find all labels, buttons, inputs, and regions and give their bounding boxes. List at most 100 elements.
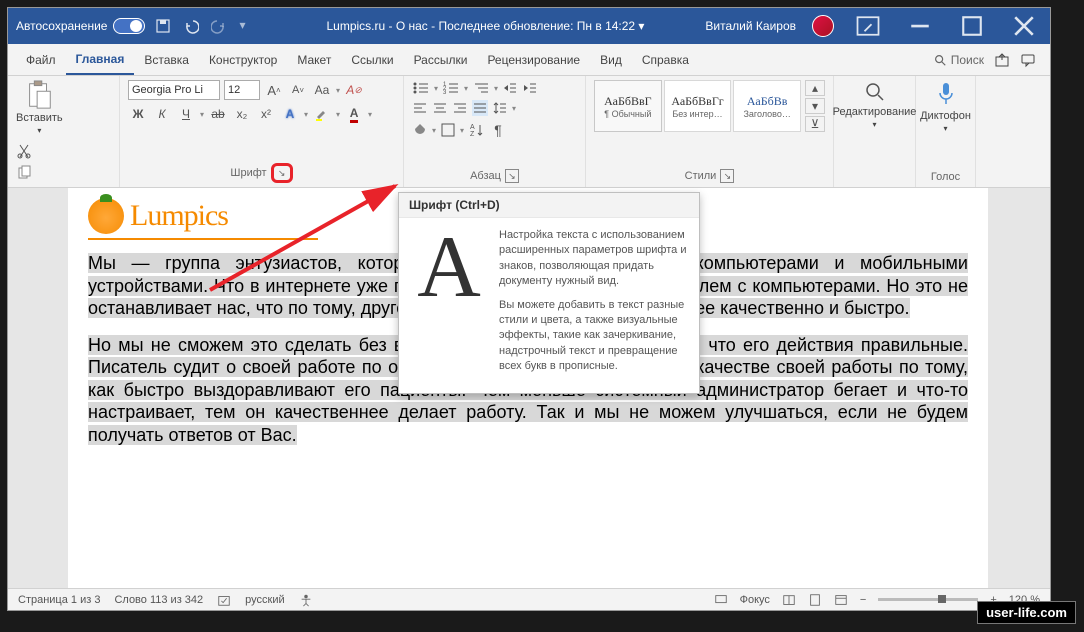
user-name[interactable]: Виталий Каиров	[705, 19, 796, 33]
paste-button[interactable]: Вставить ▾	[16, 80, 63, 135]
font-tooltip: Шрифт (Ctrl+D) A Настройка текста с испо…	[398, 192, 700, 394]
align-center-icon[interactable]	[432, 100, 448, 116]
svg-text:3: 3	[443, 90, 447, 96]
highlight-button[interactable]	[312, 104, 332, 124]
style-normal[interactable]: АаБбВвГ ¶ Обычный	[594, 80, 662, 132]
status-language[interactable]: русский	[245, 594, 284, 606]
svg-text:A: A	[470, 124, 475, 131]
status-words[interactable]: Слово 113 из 342	[114, 594, 203, 606]
paragraph-launcher[interactable]: ↘	[505, 169, 519, 183]
search-icon	[933, 53, 947, 67]
line-spacing-icon[interactable]	[492, 100, 508, 116]
web-layout-icon[interactable]	[834, 593, 848, 607]
style-heading1[interactable]: АаБбВв Заголово…	[733, 80, 801, 132]
print-layout-icon[interactable]	[808, 593, 822, 607]
tab-references[interactable]: Ссылки	[341, 44, 403, 75]
group-paragraph: ▾ 123▾ ▾ ▾ ▾ ▾ AZ ¶	[404, 76, 586, 187]
tooltip-p2: Вы можете добавить в текст разные стили …	[499, 298, 689, 375]
styles-up-button[interactable]: ▴	[805, 80, 825, 96]
copy-icon[interactable]	[16, 165, 32, 181]
comments-icon[interactable]	[1020, 52, 1036, 68]
document-title: Lumpics.ru - О нас - Последнее обновлени…	[266, 19, 706, 33]
font-name-input[interactable]	[128, 80, 220, 100]
avatar[interactable]	[812, 15, 834, 37]
change-case-button[interactable]: Aa	[312, 80, 332, 100]
titlebar: Автосохранение ▾ Lumpics.ru - О нас - По…	[8, 8, 1050, 44]
spellcheck-icon[interactable]	[217, 593, 231, 607]
tooltip-p1: Настройка текста с использованием расшир…	[499, 228, 689, 290]
bold-button[interactable]: Ж	[128, 104, 148, 124]
save-icon[interactable]	[155, 18, 171, 34]
font-size-input[interactable]	[224, 80, 260, 100]
borders-icon[interactable]	[440, 122, 456, 138]
editing-button[interactable]: Редактирование ▾	[842, 80, 907, 129]
display-settings-icon[interactable]	[714, 593, 728, 607]
tab-layout[interactable]: Макет	[287, 44, 341, 75]
read-mode-icon[interactable]	[782, 593, 796, 607]
orange-icon	[88, 198, 124, 234]
italic-button[interactable]: К	[152, 104, 172, 124]
shrink-font-button[interactable]: A˅	[288, 80, 308, 100]
tab-mailings[interactable]: Рассылки	[404, 44, 478, 75]
clear-format-button[interactable]: A⊘	[344, 80, 364, 100]
accessibility-icon[interactable]	[299, 593, 313, 607]
styles-more-button[interactable]: ⊻	[805, 116, 825, 132]
svg-text:Z: Z	[470, 131, 475, 138]
logo-underline	[88, 238, 318, 240]
search-label: Поиск	[951, 53, 984, 67]
autosave-toggle[interactable]: Автосохранение	[16, 18, 145, 34]
zoom-out-button[interactable]: −	[860, 594, 866, 606]
share-icon[interactable]	[994, 52, 1010, 68]
sort-icon[interactable]: AZ	[468, 122, 484, 138]
font-color-button[interactable]: A	[344, 104, 364, 124]
strike-button[interactable]: ab	[208, 104, 228, 124]
autosave-label: Автосохранение	[16, 19, 107, 33]
styles-down-button[interactable]: ▾	[805, 98, 825, 114]
indent-icon[interactable]	[522, 80, 538, 96]
shading-icon[interactable]	[412, 122, 428, 138]
search-box[interactable]: Поиск	[933, 53, 984, 67]
statusbar: Страница 1 из 3 Слово 113 из 342 русский…	[8, 588, 1050, 610]
close-icon[interactable]	[1006, 12, 1042, 40]
minimize-icon[interactable]	[902, 12, 938, 40]
outdent-icon[interactable]	[502, 80, 518, 96]
group-font: A˄ A˅ Aa ▾ A⊘ Ж К Ч ▾ ab x₂ x² A ▾	[120, 76, 404, 187]
maximize-icon[interactable]	[954, 12, 990, 40]
tab-file[interactable]: Файл	[16, 44, 66, 75]
tab-design[interactable]: Конструктор	[199, 44, 287, 75]
numbering-icon[interactable]: 123	[442, 80, 460, 96]
toggle-switch[interactable]	[113, 18, 145, 34]
text-effects-button[interactable]: A	[280, 104, 300, 124]
tab-view[interactable]: Вид	[590, 44, 632, 75]
align-justify-icon[interactable]	[472, 100, 488, 116]
superscript-button[interactable]: x²	[256, 104, 276, 124]
font-dialog-launcher[interactable]: ↘	[271, 163, 293, 183]
cut-icon[interactable]	[16, 143, 32, 159]
styles-launcher[interactable]: ↘	[720, 169, 734, 183]
align-right-icon[interactable]	[452, 100, 468, 116]
bullets-icon[interactable]	[412, 80, 430, 96]
dictate-button[interactable]: Диктофон ▾	[924, 80, 967, 133]
show-marks-button[interactable]: ¶	[488, 120, 508, 140]
undo-icon[interactable]	[183, 18, 199, 34]
logo-text: Lumpics	[130, 199, 228, 233]
redo-icon[interactable]	[211, 18, 227, 34]
tab-review[interactable]: Рецензирование	[477, 44, 590, 75]
tab-help[interactable]: Справка	[632, 44, 699, 75]
status-focus[interactable]: Фокус	[740, 594, 770, 606]
subscript-button[interactable]: x₂	[232, 104, 252, 124]
style-nospacing[interactable]: АаБбВвГг Без интер…	[664, 80, 732, 132]
underline-button[interactable]: Ч	[176, 104, 196, 124]
tab-home[interactable]: Главная	[66, 44, 135, 75]
ribbon-options-icon[interactable]	[850, 12, 886, 40]
align-left-icon[interactable]	[412, 100, 428, 116]
microphone-icon	[934, 80, 958, 108]
multilevel-icon[interactable]	[472, 80, 490, 96]
grow-font-button[interactable]: A˄	[264, 80, 284, 100]
clipboard-icon	[25, 80, 53, 110]
status-page[interactable]: Страница 1 из 3	[18, 594, 100, 606]
tab-insert[interactable]: Вставка	[134, 44, 199, 75]
group-clipboard: Вставить ▾ Буфер обме…↘	[8, 76, 120, 187]
zoom-slider[interactable]	[878, 598, 978, 601]
tooltip-title: Шрифт (Ctrl+D)	[399, 193, 699, 218]
